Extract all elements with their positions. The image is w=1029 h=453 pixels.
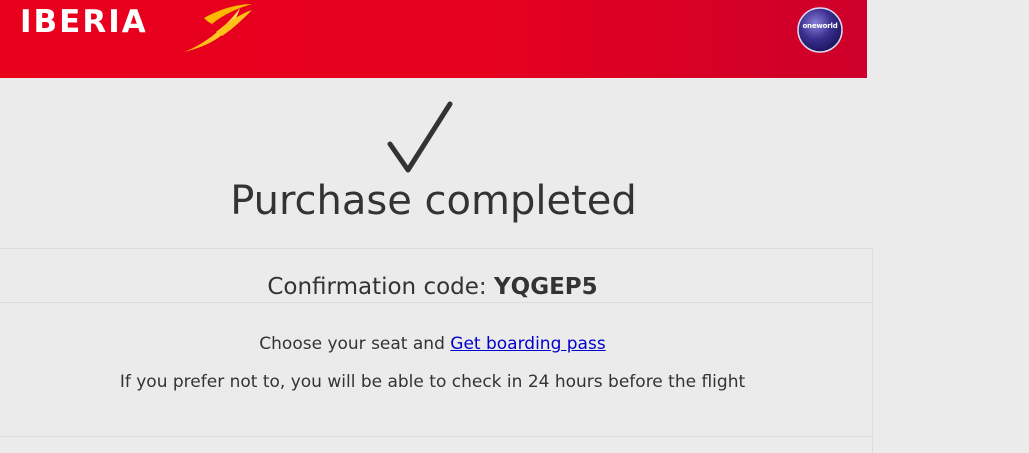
- seat-instruction-text: Choose your seat and: [259, 334, 445, 354]
- confirmation-panel: Confirmation code: YQGEP5 Choose your se…: [0, 248, 873, 453]
- confirmation-row: Confirmation code: YQGEP5: [0, 249, 872, 303]
- confirmation-code: YQGEP5: [493, 274, 598, 300]
- confirmation-line: Confirmation code: YQGEP5: [0, 273, 866, 301]
- iberia-logo-text: IBERIA: [20, 4, 148, 40]
- page-title: Purchase completed: [230, 178, 637, 224]
- page: IBERIA oneworld Purchase completed Confi…: [0, 0, 1029, 453]
- oneworld-globe-icon: [797, 7, 843, 53]
- checkmark-icon: [387, 101, 453, 173]
- iberia-wing-icon: [184, 4, 252, 52]
- boarding-pass-link[interactable]: Get boarding pass: [450, 334, 605, 354]
- checkin-note: If you prefer not to, you will be able t…: [119, 372, 746, 392]
- confirmation-label: Confirmation code:: [267, 274, 487, 300]
- header-banner: IBERIA oneworld: [0, 0, 867, 78]
- oneworld-logo: oneworld: [796, 6, 844, 54]
- oneworld-logo-text: oneworld: [802, 22, 838, 30]
- divider: [0, 436, 872, 437]
- seat-instruction: Choose your seat and Get boarding pass: [0, 333, 866, 355]
